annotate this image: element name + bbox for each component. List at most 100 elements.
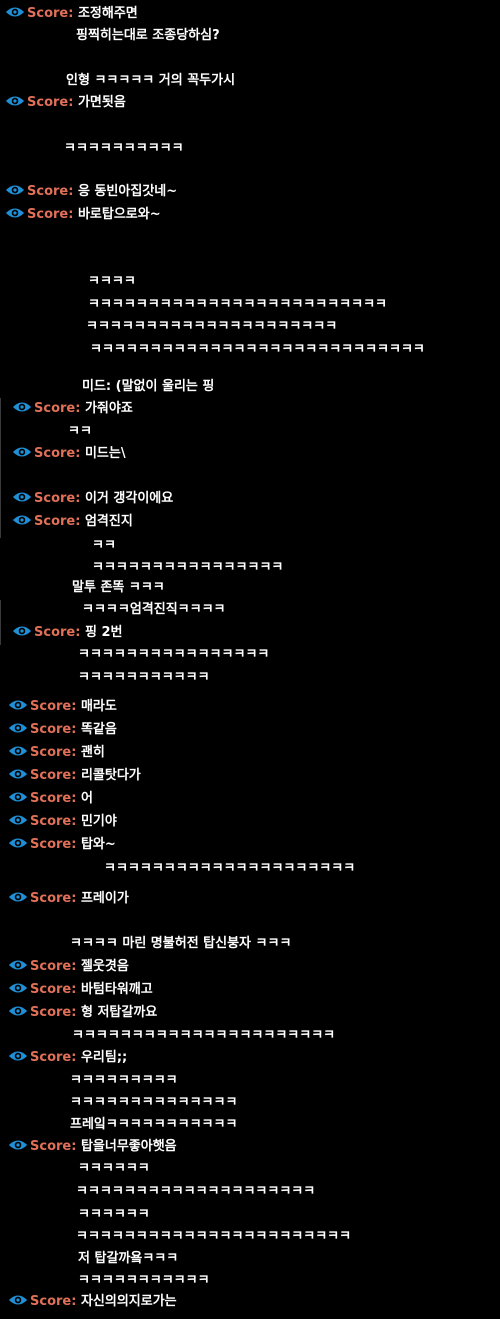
score-tag: Score: [34, 625, 81, 640]
score-tag: Score: [27, 207, 74, 222]
score-message: Score: 민기야 [8, 813, 117, 831]
line-text: ㅋㅋㅋㅋㅋㅋ [78, 1161, 150, 1176]
score-message: Score: 우리팀;; [8, 1049, 127, 1067]
chat-line: ㅋㅋㅋㅋㅋㅋ [78, 1160, 150, 1178]
score-message: Score: 바텀타워깨고 [8, 981, 153, 999]
chat-line: 핑찍히는대로 조종당하심? [76, 27, 220, 45]
score-tag: Score: [30, 745, 77, 760]
score-message: Score: 핑 2번 [12, 624, 122, 642]
chat-line: 인형 ㅋㅋㅋㅋㅋ 거의 꼭두가시 [66, 72, 235, 90]
eye-icon [8, 1140, 28, 1150]
score-tag: Score: [30, 722, 77, 737]
score-message: Score: 가줘야죠 [12, 400, 133, 418]
eye-icon [12, 402, 32, 412]
score-tag: Score: [30, 768, 77, 783]
message-text: 똑같음 [76, 722, 117, 737]
score-message: Score: 가면됫음 [5, 94, 126, 112]
chat-line: ㅋㅋㅋㅋ [88, 273, 136, 291]
eye-icon [8, 892, 28, 902]
line-text: ㅋㅋㅋㅋㅋㅋㅋㅋㅋㅋㅋㅋㅋㅋㅋㅋㅋㅋㅋㅋㅋ [86, 319, 338, 334]
score-message: Score: 괜히 [8, 744, 105, 762]
chat-line: 저 탑갈까욬ㅋㅋㅋ [78, 1250, 178, 1268]
message-text: 탑와~ [76, 837, 116, 852]
chat-line: 프레잌ㅋㅋㅋㅋㅋㅋㅋㅋㅋㅋㅋ [70, 1116, 237, 1134]
message-text: 미드는\ [80, 446, 126, 461]
line-text: ㅋㅋㅋㅋㅋㅋㅋㅋㅋㅋㅋㅋㅋㅋㅋㅋ [78, 647, 270, 662]
score-message: Score: 탑와~ [8, 836, 116, 854]
message-text: 민기야 [76, 814, 117, 829]
message-text: 이거 갱각이에요 [80, 491, 174, 506]
line-text: ㅋㅋㅋㅋㅋㅋㅋㅋㅋㅋ [64, 141, 184, 156]
eye-icon [8, 983, 28, 993]
eye-icon [8, 838, 28, 848]
eye-icon [8, 1295, 28, 1305]
chat-log: Score: 조정해주면핑찍히는대로 조종당하심? 인형 ㅋㅋㅋㅋㅋ 거의 꼭두가… [0, 0, 500, 1319]
message-text: 바로탑으로와~ [73, 207, 161, 222]
score-message: Score: 자신의의지로가는 [8, 1293, 177, 1311]
chat-line: ㅋㅋㅋㅋㅋㅋㅋㅋㅋㅋㅋ [78, 669, 210, 687]
score-message: Score: 조정해주면 [5, 5, 138, 23]
line-text: ㅋㅋㅋㅋ 마린 명불허전 탑신붕자 ㅋㅋㅋ [70, 936, 292, 951]
chat-line: ㅋㅋㅋㅋㅋㅋㅋㅋㅋㅋㅋㅋㅋㅋㅋㅋ [92, 559, 283, 577]
eye-icon [12, 626, 32, 636]
eye-icon [5, 185, 25, 195]
line-text: ㅋㅋㅋㅋㅋㅋㅋㅋㅋㅋㅋ [78, 1273, 210, 1288]
score-tag: Score: [30, 891, 77, 906]
score-tag: Score: [34, 514, 81, 529]
chat-line: ㅋㅋㅋㅋ 마린 명불허전 탑신붕자 ㅋㅋㅋ [70, 935, 291, 953]
line-text: ㅋㅋㅋㅋㅋㅋㅋㅋㅋㅋㅋㅋㅋㅋㅋㅋㅋㅋㅋㅋㅋ [104, 861, 356, 876]
message-text: 자신의의지로가는 [76, 1294, 177, 1309]
score-message: Score: 미드는\ [12, 445, 126, 463]
chat-line: ㅋㅋㅋㅋㅋㅋㅋㅋㅋㅋㅋ [78, 1272, 210, 1290]
score-message: Score: 프레이가 [8, 890, 129, 908]
score-tag: Score: [30, 982, 77, 997]
eye-icon [12, 447, 32, 457]
score-message: Score: 어 [8, 790, 93, 808]
score-tag: Score: [30, 699, 77, 714]
message-text: 형 저탑갈까요 [76, 1005, 158, 1020]
chat-line: 미드: (말없이 울리는 핑 [82, 378, 214, 396]
score-tag: Score: [30, 837, 77, 852]
chat-line: ㅋㅋㅋㅋㅋㅋㅋㅋㅋ [70, 1072, 178, 1090]
line-text: ㅋㅋㅋㅋㅋㅋㅋㅋㅋㅋㅋ [78, 670, 210, 685]
eye-icon [8, 1006, 28, 1016]
chat-line: ㅋㅋㅋㅋㅋㅋㅋㅋㅋㅋㅋㅋㅋㅋㅋㅋㅋㅋㅋㅋㅋ [104, 860, 355, 878]
line-text: ㅋㅋㅋㅋㅋㅋㅋㅋㅋㅋㅋㅋㅋㅋㅋㅋㅋㅋㅋㅋㅋㅋㅋㅋㅋ [88, 297, 388, 312]
score-tag: Score: [30, 1005, 77, 1020]
line-text: ㅋㅋㅋㅋㅋㅋㅋㅋㅋ [70, 1073, 178, 1088]
line-text: 프레잌ㅋㅋㅋㅋㅋㅋㅋㅋㅋㅋㅋ [70, 1117, 238, 1132]
chat-line: ㅋㅋㅋㅋㅋㅋㅋㅋㅋㅋㅋㅋㅋㅋㅋㅋㅋㅋㅋㅋㅋㅋㅋ [76, 1228, 351, 1246]
chat-line: ㅋㅋㅋㅋㅋㅋ [78, 1206, 150, 1224]
message-text: 리콜탓다가 [76, 768, 141, 783]
message-text: 바텀타워깨고 [76, 982, 153, 997]
score-tag: Score: [30, 1050, 77, 1065]
score-tag: Score: [34, 446, 81, 461]
message-text: 응 동빈아집갓네~ [73, 184, 178, 199]
chat-line: ㅋㅋ [92, 537, 116, 555]
line-text: ㅋㅋ [92, 538, 116, 553]
chat-line: ㅋㅋㅋㅋㅋㅋㅋㅋㅋㅋㅋㅋㅋㅋㅋㅋㅋㅋㅋㅋㅋㅋㅋㅋㅋㅋㅋㅋ [90, 341, 425, 359]
chat-line: ㅋㅋㅋㅋㅋㅋㅋㅋㅋㅋㅋㅋㅋㅋㅋㅋㅋㅋㅋㅋㅋ [86, 318, 337, 336]
chat-line: ㅋㅋㅋㅋㅋㅋㅋㅋㅋㅋㅋㅋㅋㅋㅋㅋㅋㅋㅋㅋ [76, 1183, 315, 1201]
eye-icon [8, 960, 28, 970]
line-text: 미드: (말없이 울리는 핑 [82, 379, 215, 394]
score-message: Score: 형 저탑갈까요 [8, 1004, 157, 1022]
score-message: Score: 매라도 [8, 698, 117, 716]
eye-icon [8, 1051, 28, 1061]
score-message: Score: 바로탑으로와~ [5, 206, 161, 224]
score-message: Score: 똑같음 [8, 721, 117, 739]
score-tag: Score: [27, 184, 74, 199]
eye-icon [5, 7, 25, 17]
eye-icon [8, 792, 28, 802]
score-tag: Score: [27, 6, 74, 21]
line-text: ㅋㅋㅋㅋ [88, 274, 136, 289]
message-text: 핑 2번 [80, 625, 123, 640]
line-text: ㅋㅋ [68, 424, 92, 439]
score-message: Score: 탑을너무좋아햇음 [8, 1138, 177, 1156]
line-text: ㅋㅋㅋㅋㅋㅋㅋㅋㅋㅋㅋㅋㅋㅋㅋㅋㅋㅋㅋㅋ [76, 1184, 316, 1199]
score-tag: Score: [34, 401, 81, 416]
score-message: Score: 이거 갱각이에요 [12, 490, 173, 508]
chat-divider [0, 600, 1, 645]
eye-icon [8, 815, 28, 825]
message-text: 젤웃겻음 [76, 959, 129, 974]
